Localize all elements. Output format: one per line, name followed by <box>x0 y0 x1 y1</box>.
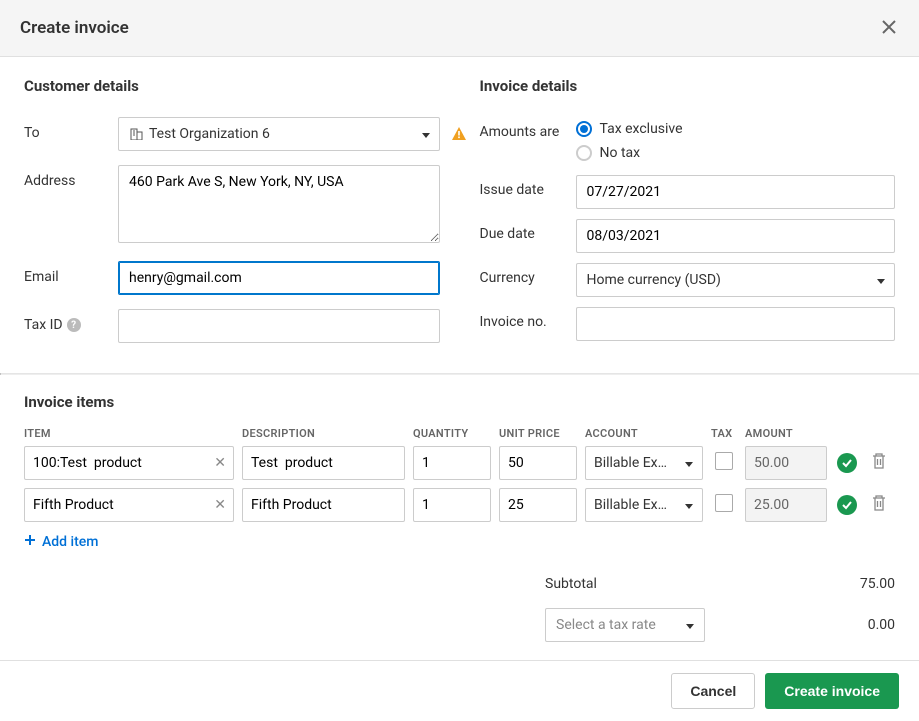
email-label: Email <box>24 261 118 285</box>
issue-date-label: Issue date <box>480 175 576 198</box>
close-icon[interactable] <box>879 14 899 42</box>
description-input[interactable] <box>242 488 405 522</box>
email-input[interactable] <box>118 261 440 295</box>
items-grid: ITEM DESCRIPTION QUANTITY UNIT PRICE ACC… <box>24 427 895 530</box>
col-header-quantity: QUANTITY <box>413 427 491 446</box>
invoice-no-label: Invoice no. <box>480 307 576 330</box>
delete-row-button[interactable] <box>871 452 887 470</box>
address-label: Address <box>24 165 118 189</box>
modal-header: Create invoice <box>0 0 919 57</box>
plus-icon <box>24 534 36 550</box>
invoice-details-column: Invoice details Amounts are Tax exclusiv… <box>480 77 896 357</box>
col-header-account: ACCOUNT <box>585 427 703 446</box>
col-header-tax: TAX <box>711 427 737 446</box>
tax-rate-placeholder: Select a tax rate <box>556 617 656 633</box>
modal-title: Create invoice <box>20 18 129 38</box>
account-select[interactable]: Billable Ex… <box>585 446 703 480</box>
footer-bar: Cancel Create invoice <box>0 660 919 721</box>
invoice-details-heading: Invoice details <box>480 77 896 95</box>
radio-label: No tax <box>600 145 641 161</box>
invoice-items-heading: Invoice items <box>24 393 895 411</box>
taxid-label: Tax ID ? <box>24 309 118 333</box>
status-ok-icon <box>837 495 857 515</box>
currency-label: Currency <box>480 263 576 286</box>
amounts-radio-no-tax[interactable]: No tax <box>576 141 896 165</box>
amounts-are-label: Amounts are <box>480 117 576 140</box>
tax-rate-select[interactable]: Select a tax rate <box>545 608 705 642</box>
address-textarea[interactable]: 460 Park Ave S, New York, NY, USA <box>118 165 440 243</box>
radio-icon <box>576 121 592 137</box>
amount-output <box>745 488 827 522</box>
due-date-label: Due date <box>480 219 576 242</box>
radio-label: Tax exclusive <box>600 121 683 137</box>
clear-icon[interactable]: ✕ <box>214 455 226 471</box>
currency-value: Home currency (USD) <box>587 272 721 288</box>
account-select[interactable]: Billable Ex… <box>585 488 703 522</box>
add-item-button[interactable]: Add item <box>24 534 98 550</box>
to-select[interactable]: Test Organization 6 <box>118 117 440 151</box>
col-header-unit-price: UNIT PRICE <box>499 427 577 446</box>
invoice-items-section: Invoice items ITEM DESCRIPTION QUANTITY … <box>0 375 919 560</box>
add-item-label: Add item <box>42 534 98 550</box>
item-input[interactable] <box>24 446 234 480</box>
tax-checkbox[interactable] <box>715 452 733 470</box>
description-input[interactable] <box>242 446 405 480</box>
quantity-input[interactable] <box>413 488 491 522</box>
warning-icon <box>450 125 468 147</box>
currency-select[interactable]: Home currency (USD) <box>576 263 896 297</box>
col-header-amount: AMOUNT <box>745 427 827 446</box>
to-value: Test Organization 6 <box>149 126 270 142</box>
amount-output <box>745 446 827 480</box>
chevron-down-icon <box>686 617 694 633</box>
customer-details-heading: Customer details <box>24 77 440 95</box>
subtotal-label: Subtotal <box>545 576 597 592</box>
radio-icon <box>576 145 592 161</box>
due-date-input[interactable] <box>576 219 896 253</box>
taxid-input[interactable] <box>118 309 440 343</box>
quantity-input[interactable] <box>413 446 491 480</box>
amounts-radio-tax-exclusive[interactable]: Tax exclusive <box>576 117 896 141</box>
create-invoice-button[interactable]: Create invoice <box>765 673 899 709</box>
organization-icon <box>129 128 143 140</box>
help-icon[interactable]: ? <box>67 318 81 332</box>
status-ok-icon <box>837 453 857 473</box>
issue-date-input[interactable] <box>576 175 896 209</box>
cancel-button[interactable]: Cancel <box>671 673 755 709</box>
col-header-item: ITEM <box>24 427 234 446</box>
tax-checkbox[interactable] <box>715 494 733 512</box>
customer-details-column: Customer details To Test Organization 6 <box>24 77 440 357</box>
item-input[interactable] <box>24 488 234 522</box>
to-label: To <box>24 117 118 141</box>
col-header-description: DESCRIPTION <box>242 427 405 446</box>
tax-value: 0.00 <box>868 617 895 633</box>
delete-row-button[interactable] <box>871 494 887 512</box>
unit-price-input[interactable] <box>499 446 577 480</box>
form-body: Customer details To Test Organization 6 <box>0 57 919 373</box>
subtotal-value: 75.00 <box>860 576 895 592</box>
unit-price-input[interactable] <box>499 488 577 522</box>
invoice-no-input[interactable] <box>576 307 896 341</box>
clear-icon[interactable]: ✕ <box>214 497 226 513</box>
